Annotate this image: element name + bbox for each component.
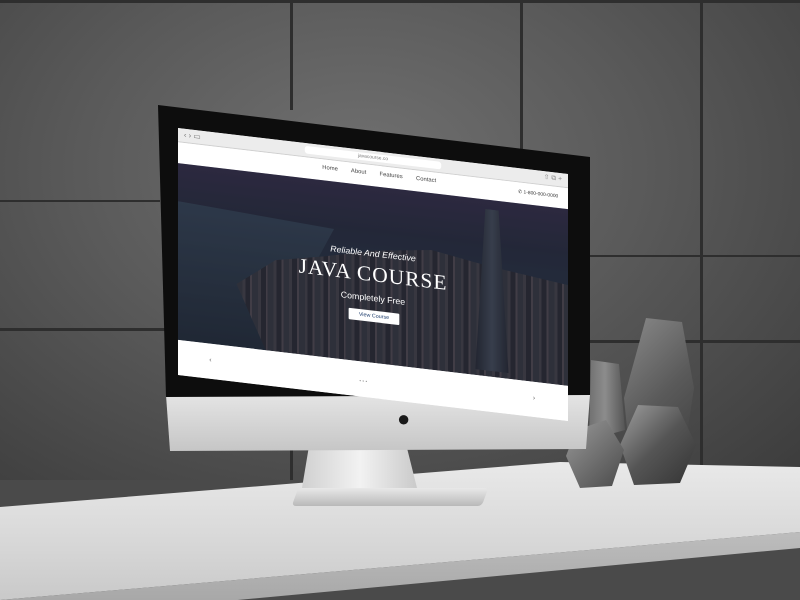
menu-item-contact[interactable]: Contact: [416, 176, 436, 184]
tile-line: [290, 0, 293, 110]
carousel-next-icon[interactable]: ›: [533, 395, 535, 402]
carousel-indicator: • • •: [359, 378, 368, 385]
browser-nav-icons[interactable]: ‹ › ▭: [184, 131, 201, 142]
tile-line: [0, 328, 165, 331]
tile-line: [0, 200, 160, 202]
apple-logo-icon: ●: [397, 406, 411, 431]
monitor-screen: ‹ › ▭ javacourse.co ⇧ ⧉ + Home About Fea…: [178, 128, 568, 421]
tile-line: [0, 0, 800, 3]
monitor-stand-base: [291, 488, 489, 506]
carousel-prev-icon[interactable]: ‹: [209, 357, 211, 364]
phone-number-text: 1-800-000-0000: [523, 189, 559, 200]
menu-item-about[interactable]: About: [351, 168, 366, 176]
menu-item-features[interactable]: Features: [380, 172, 403, 180]
menu-item-home[interactable]: Home: [322, 165, 338, 173]
tile-line: [590, 340, 800, 343]
tile-line: [700, 0, 703, 470]
tile-line: [520, 0, 523, 150]
browser-tool-icons[interactable]: ⇧ ⧉ +: [544, 173, 562, 184]
phone-number[interactable]: ✆ 1-800-000-0000: [518, 189, 558, 199]
